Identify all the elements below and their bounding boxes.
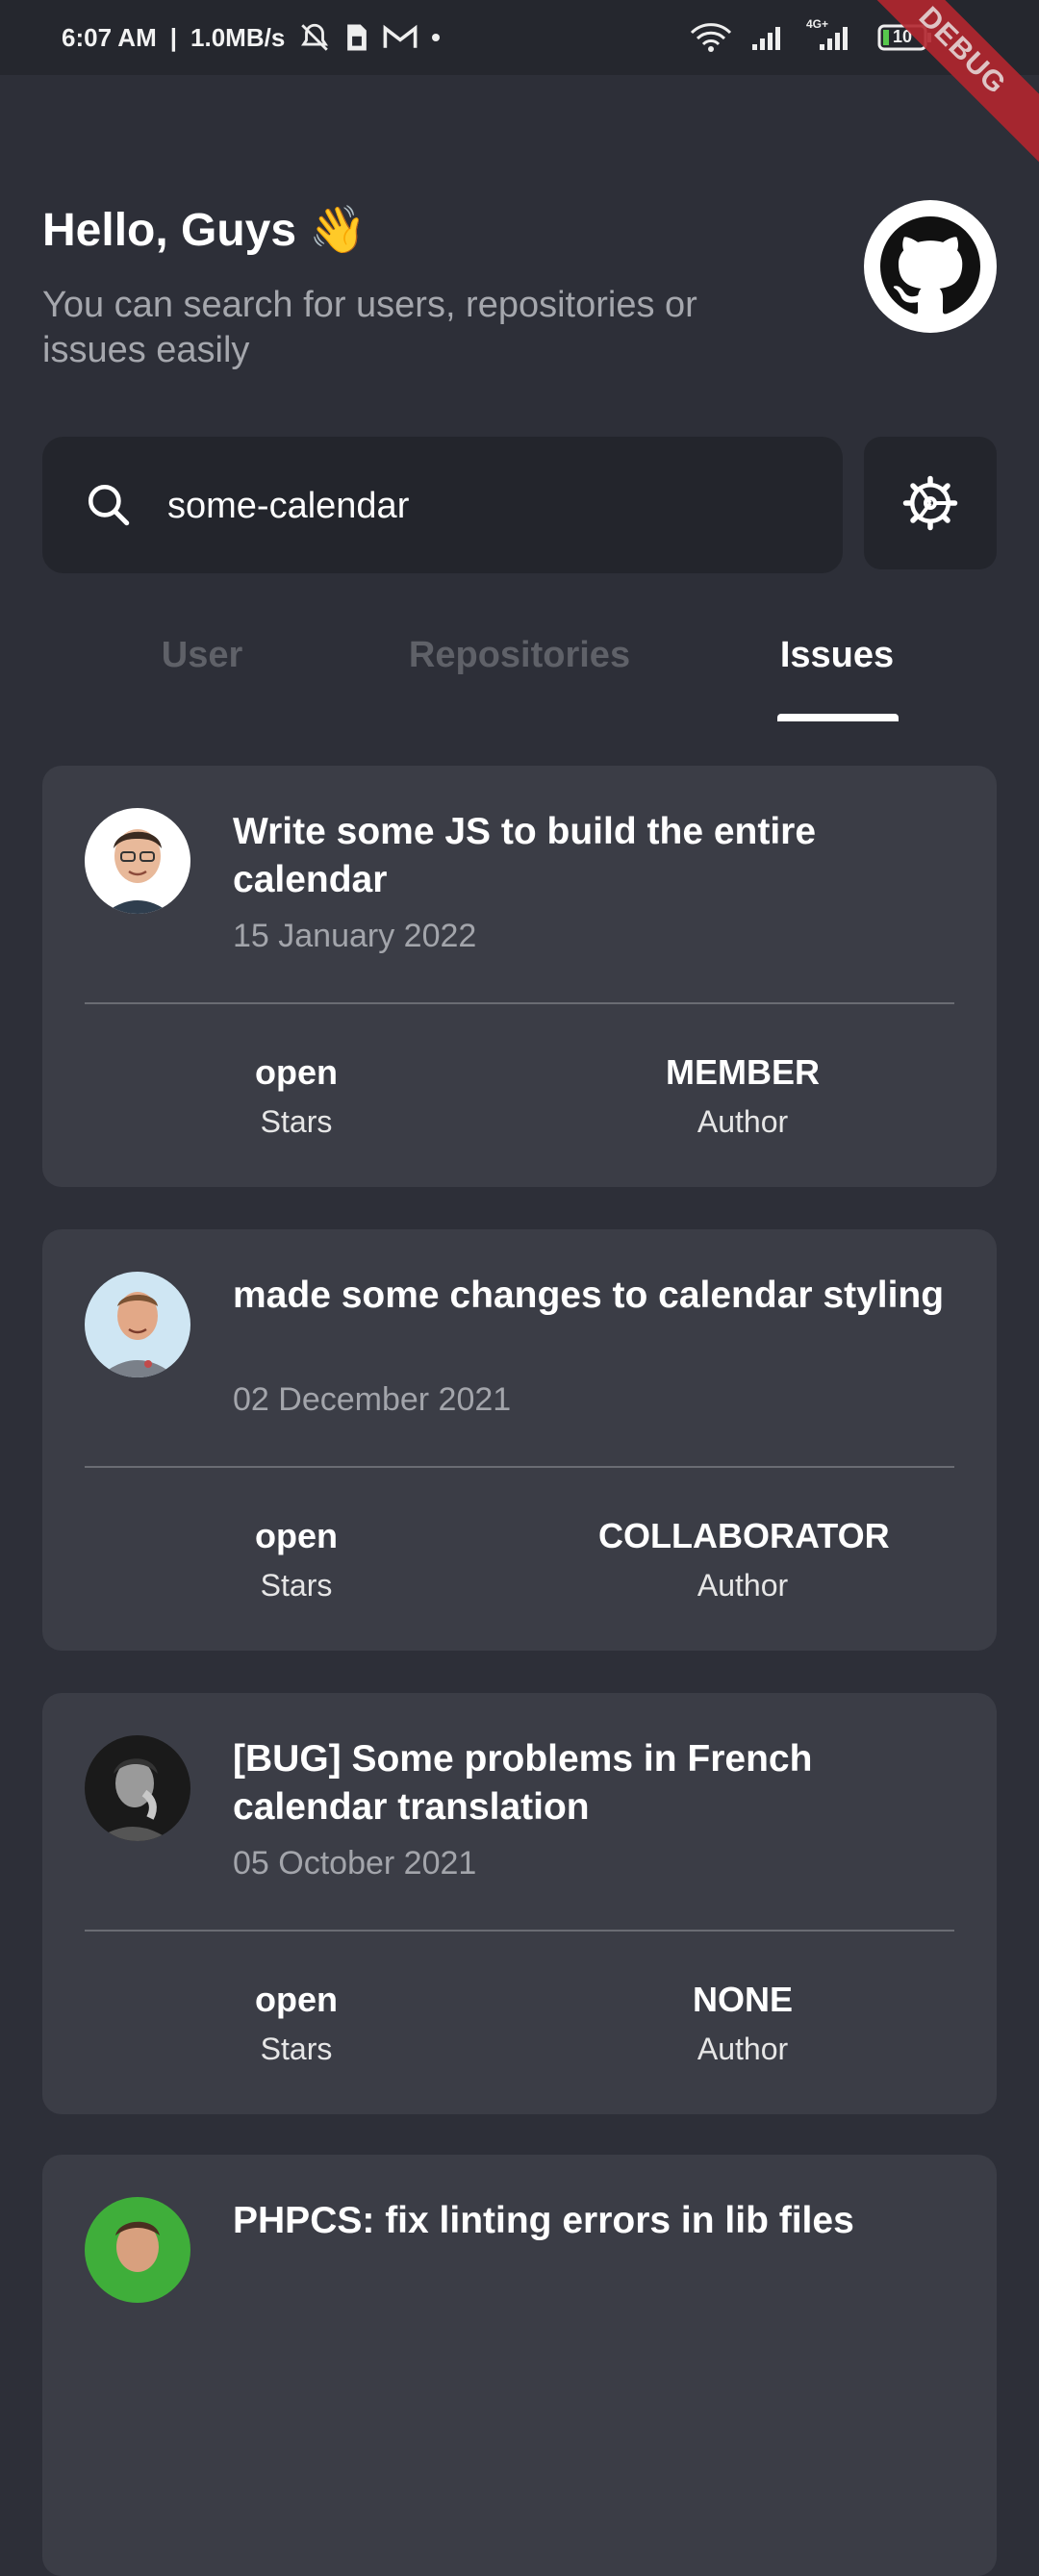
search-input[interactable]	[165, 475, 824, 537]
search-icon	[85, 481, 133, 534]
author-association: MEMBER	[666, 1052, 820, 1092]
author-association-stat: MEMBER Author	[598, 1052, 887, 1141]
status-speed: 1.0MB/s	[190, 22, 286, 52]
issue-state-label: Stars	[260, 1104, 333, 1139]
avatar	[85, 1272, 190, 1377]
signal-icon	[750, 23, 789, 52]
issue-state: open	[255, 1516, 338, 1555]
avatar	[85, 2197, 190, 2303]
network-type: 4G+	[806, 17, 829, 31]
tab-user[interactable]: User	[106, 635, 298, 681]
tab-issues[interactable]: Issues	[750, 635, 924, 681]
issue-state-stat: open Stars	[152, 1980, 441, 2068]
search-bar	[42, 437, 843, 573]
issue-card[interactable]: [BUG] Some problems in French calendar t…	[42, 1693, 997, 2114]
card-divider	[85, 1002, 954, 1004]
sim-card-icon	[344, 22, 369, 53]
issue-state-stat: open Stars	[152, 1052, 441, 1141]
issue-title: [BUG] Some problems in French calendar t…	[233, 1738, 813, 1828]
issue-card[interactable]: made some changes to calendar styling 02…	[42, 1229, 997, 1651]
issue-title: Write some JS to build the entire calend…	[233, 811, 817, 900]
bell-off-icon	[298, 21, 331, 54]
issue-state: open	[255, 1980, 338, 2019]
author-association: NONE	[692, 1980, 793, 2019]
dot-icon	[431, 33, 441, 42]
settings-button[interactable]	[864, 437, 997, 569]
card-divider	[85, 1466, 954, 1468]
status-bar-left: 6:07 AM | 1.0MB/s	[62, 0, 441, 75]
issue-state-label: Stars	[260, 1568, 333, 1603]
author-association-label: Author	[697, 1104, 789, 1139]
gmail-icon	[383, 24, 418, 51]
author-association-label: Author	[697, 2032, 789, 2066]
author-association-label: Author	[697, 1568, 789, 1603]
github-icon	[880, 216, 980, 315]
tab-repositories[interactable]: Repositories	[385, 635, 654, 681]
status-separator: |	[169, 22, 178, 52]
tab-indicator	[777, 714, 899, 721]
avatar	[85, 1735, 190, 1841]
issue-title: made some changes to calendar styling	[233, 1275, 945, 1316]
author-association: COLLABORATOR	[598, 1516, 890, 1555]
gear-icon	[902, 475, 958, 531]
issue-state-label: Stars	[260, 2032, 333, 2066]
status-bar: 6:07 AM | 1.0MB/s 4G+ 10 DEBUG	[0, 0, 1039, 170]
issue-card[interactable]: Write some JS to build the entire calend…	[42, 766, 997, 1187]
issue-card[interactable]: PHPCS: fix linting errors in lib files	[42, 2155, 997, 2576]
avatar	[85, 808, 190, 914]
issue-state-stat: open Stars	[152, 1516, 441, 1604]
signal-4g-icon: 4G+	[806, 17, 860, 52]
greeting-title: Hello, Guys 👋	[42, 205, 367, 256]
status-time: 6:07 AM	[62, 22, 157, 52]
issue-state: open	[255, 1052, 338, 1092]
issue-date: 05 October 2021	[233, 1845, 477, 1881]
author-association-stat: COLLABORATOR Author	[598, 1516, 890, 1604]
card-divider	[85, 1930, 954, 1932]
greeting-subtitle: You can search for users, repositories o…	[42, 285, 697, 370]
issue-title: PHPCS: fix linting errors in lib files	[233, 2200, 854, 2241]
wifi-icon	[689, 21, 733, 54]
author-association-stat: NONE Author	[598, 1980, 887, 2068]
issue-date: 15 January 2022	[233, 918, 477, 954]
github-logo-avatar[interactable]	[864, 200, 997, 333]
issue-date: 02 December 2021	[233, 1381, 512, 1418]
